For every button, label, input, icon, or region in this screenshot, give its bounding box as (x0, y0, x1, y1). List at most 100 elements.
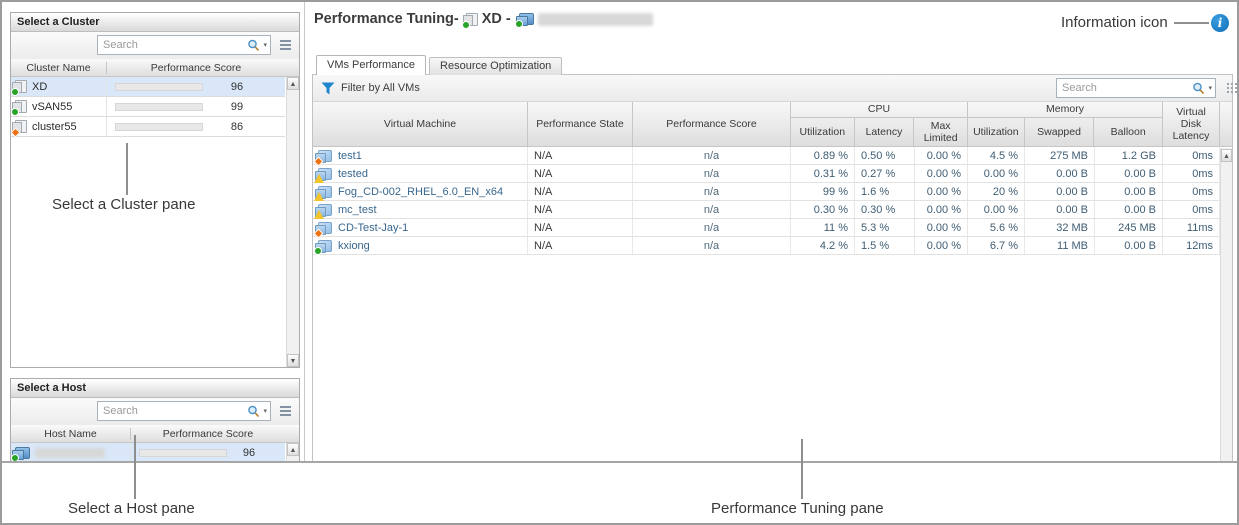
column-header-memory-utilization[interactable]: Utilization (968, 118, 1025, 146)
status-normal-icon (11, 88, 19, 96)
memory-utilization-cell: 5.6 % (968, 219, 1025, 236)
tab-resource-optimization[interactable]: Resource Optimization (429, 57, 562, 75)
vm-name-cell: CD-Test-Jay-1 (313, 219, 528, 236)
score-value: 96 (203, 81, 271, 93)
cluster-row[interactable]: vSAN5599 (11, 97, 285, 117)
performance-score-cell: n/a (633, 237, 791, 254)
column-header-cpu-max-limited[interactable]: Max Limited (914, 118, 967, 146)
cluster-row[interactable]: cluster5586 (11, 117, 285, 137)
performance-state-cell: N/A (528, 219, 633, 236)
cluster-scrollbar[interactable]: ▲ ▼ (286, 77, 299, 367)
column-header-performance-score[interactable]: Performance Score (633, 102, 791, 146)
vm-name-link[interactable]: Fog_CD-002_RHEL_6.0_EN_x64 (338, 186, 503, 198)
host-row[interactable]: 96 (11, 443, 285, 463)
vm-name-link[interactable]: CD-Test-Jay-1 (338, 222, 408, 234)
page-title: Performance Tuning- (314, 11, 459, 27)
virtual-disk-latency-cell: 12ms (1163, 237, 1220, 254)
vm-name-cell: mc_test (313, 201, 528, 218)
select-a-cluster-pane: Select a Cluster ▾ Cluster Name Performa… (10, 12, 300, 368)
host-icon (15, 447, 30, 459)
performance-score-cell: n/a (633, 183, 791, 200)
row-score-cell: 86 (107, 117, 285, 136)
scroll-up-icon[interactable]: ▲ (287, 77, 299, 90)
vm-name-link[interactable]: test1 (338, 150, 362, 162)
vm-search-box[interactable]: ▾ (1056, 78, 1216, 98)
cpu-max-limited-cell: 0.00 % (915, 237, 968, 254)
scroll-up-icon[interactable]: ▲ (287, 443, 299, 456)
virtual-disk-latency-cell: 11ms (1163, 219, 1220, 236)
cpu-latency-cell: 1.5 % (855, 237, 915, 254)
cpu-latency-cell: 5.3 % (855, 219, 915, 236)
cluster-score-column-header[interactable]: Performance Score (107, 62, 299, 74)
performance-tuning-pane: Filter by All VMs ▾ Virtual Machine Perf… (312, 74, 1233, 463)
actions-grid-icon[interactable] (1227, 83, 1229, 85)
scroll-up-icon[interactable]: ▲ (1221, 149, 1232, 162)
cpu-utilization-cell: 0.31 % (791, 165, 855, 182)
memory-swapped-cell: 0.00 B (1025, 201, 1095, 218)
vm-name-link[interactable]: mc_test (338, 204, 377, 216)
vm-name-cell: test1 (313, 147, 528, 164)
memory-utilization-cell: 4.5 % (968, 147, 1025, 164)
virtual-disk-latency-cell: 0ms (1163, 147, 1220, 164)
memory-swapped-cell: 32 MB (1025, 219, 1095, 236)
column-header-cpu-latency[interactable]: Latency (855, 118, 915, 146)
column-header-memory-swapped[interactable]: Swapped (1025, 118, 1095, 146)
cluster-icon (15, 80, 27, 93)
vm-table-row[interactable]: mc_testN/An/a0.30 %0.30 %0.00 %0.00 %0.0… (313, 201, 1232, 219)
column-header-performance-state[interactable]: Performance State (528, 102, 633, 146)
scroll-down-icon[interactable]: ▼ (287, 354, 299, 367)
vm-table-scrollbar[interactable]: ▲ (1220, 148, 1232, 463)
tab-vms-performance[interactable]: VMs Performance (316, 55, 426, 75)
row-name-cell: vSAN55 (11, 97, 107, 116)
filter-bar: Filter by All VMs ▾ (313, 75, 1232, 102)
cluster-row[interactable]: XD96 (11, 77, 285, 97)
filter-by-all-vms[interactable]: Filter by All VMs (321, 75, 420, 101)
cluster-pane-callout-line (126, 143, 128, 195)
vm-name-link[interactable]: kxiong (338, 240, 370, 252)
column-header-virtual-machine[interactable]: Virtual Machine (313, 102, 528, 146)
column-header-cpu-utilization[interactable]: Utilization (791, 118, 855, 146)
cluster-pane-toolbar: ▾ (11, 32, 299, 59)
vm-table-header: Virtual Machine Performance State Perfor… (313, 102, 1232, 147)
search-icon[interactable] (247, 405, 260, 418)
vm-icon (318, 222, 332, 234)
pane-splitter[interactable] (304, 2, 305, 461)
host-name-column-header[interactable]: Host Name (11, 428, 131, 440)
list-customizer-icon[interactable] (280, 40, 291, 42)
vm-table-row[interactable]: kxiongN/An/a4.2 %1.5 %0.00 %6.7 %11 MB0.… (313, 237, 1232, 255)
host-row-list: 96 (11, 443, 285, 463)
host-search-input[interactable] (103, 405, 247, 417)
column-group-memory: Memory Utilization Swapped Balloon (968, 102, 1163, 146)
vm-table-row[interactable]: CD-Test-Jay-1N/An/a11 %5.3 %0.00 %5.6 %3… (313, 219, 1232, 237)
cluster-table-header: Cluster Name Performance Score (11, 59, 299, 77)
host-score-column-header[interactable]: Performance Score (131, 428, 299, 440)
cluster-name-column-header[interactable]: Cluster Name (11, 62, 107, 74)
vm-table-row[interactable]: testedN/An/a0.31 %0.27 %0.00 %0.00 %0.00… (313, 165, 1232, 183)
row-name-label: vSAN55 (32, 101, 72, 113)
column-header-virtual-disk-latency[interactable]: Virtual Disk Latency (1163, 102, 1220, 146)
vm-name-link[interactable]: tested (338, 168, 368, 180)
information-icon[interactable]: i (1211, 14, 1229, 32)
search-options-caret-icon[interactable]: ▾ (263, 407, 267, 415)
search-options-caret-icon[interactable]: ▾ (1208, 84, 1212, 92)
cluster-search-input[interactable] (103, 39, 247, 51)
memory-swapped-cell: 11 MB (1025, 237, 1095, 254)
performance-score-cell: n/a (633, 219, 791, 236)
search-icon[interactable] (1192, 82, 1205, 95)
row-score-cell: 96 (131, 443, 285, 462)
search-icon[interactable] (247, 39, 260, 52)
cluster-search-box[interactable]: ▾ (97, 35, 271, 55)
vm-table-row[interactable]: test1N/An/a0.89 %0.50 %0.00 %4.5 %275 MB… (313, 147, 1232, 165)
cpu-max-limited-cell: 0.00 % (915, 147, 968, 164)
cpu-utilization-cell: 99 % (791, 183, 855, 200)
host-scrollbar[interactable]: ▲ (286, 443, 299, 463)
row-name-cell: cluster55 (11, 117, 107, 136)
vm-search-input[interactable] (1062, 82, 1192, 94)
search-options-caret-icon[interactable]: ▾ (263, 41, 267, 49)
cpu-max-limited-cell: 0.00 % (915, 183, 968, 200)
cpu-latency-cell: 1.6 % (855, 183, 915, 200)
list-customizer-icon[interactable] (280, 406, 291, 408)
vm-table-row[interactable]: Fog_CD-002_RHEL_6.0_EN_x64N/An/a99 %1.6 … (313, 183, 1232, 201)
column-header-memory-balloon[interactable]: Balloon (1094, 118, 1162, 146)
host-search-box[interactable]: ▾ (97, 401, 271, 421)
